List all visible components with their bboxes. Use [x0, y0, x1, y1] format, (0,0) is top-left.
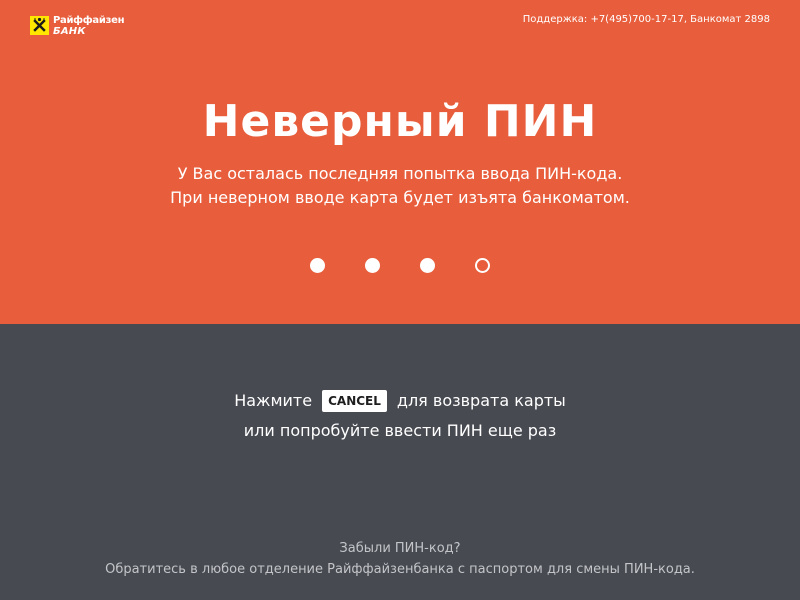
pin-dot-filled — [365, 258, 380, 273]
bank-logo-text: Райффайзен БАНК — [53, 16, 124, 37]
bank-logo-line1: Райффайзен — [53, 15, 125, 26]
pin-dot-empty — [475, 258, 490, 273]
error-message-line1: У Вас осталась последняя попытка ввода П… — [177, 164, 623, 183]
pin-dot-filled — [420, 258, 435, 273]
forgot-pin-title: Забыли ПИН-код? — [339, 541, 461, 556]
forgot-pin-instructions: Обратитесь в любое отделение Райффайзенб… — [105, 562, 695, 577]
pin-dot-filled — [310, 258, 325, 273]
error-message: У Вас осталась последняя попытка ввода П… — [0, 162, 800, 210]
cancel-key-label: CANCEL — [322, 390, 387, 412]
error-message-line2: При неверном вводе карта будет изъята ба… — [170, 188, 630, 207]
bank-logo: Райффайзен БАНК — [30, 16, 124, 37]
hint-press-text: Нажмите — [234, 391, 313, 410]
bank-logo-line2: БАНК — [53, 26, 86, 37]
hint-return-card-text: для возврата карты — [396, 391, 566, 410]
instructions-panel: Нажмите CANCEL для возврата карты или по… — [0, 324, 800, 600]
error-panel: Райффайзен БАНК Поддержка: +7(495)700-17… — [0, 0, 800, 324]
return-card-hint: Нажмите CANCEL для возврата карты или по… — [0, 386, 800, 446]
forgot-pin-note: Забыли ПИН-код? Обратитесь в любое отдел… — [0, 538, 800, 580]
raiffeisen-logo-icon — [30, 16, 49, 35]
hint-line2: или попробуйте ввести ПИН еще раз — [243, 421, 557, 440]
pin-indicator — [0, 258, 800, 274]
hint-line1: Нажмите CANCEL для возврата карты — [0, 386, 800, 416]
support-info: Поддержка: +7(495)700-17-17, Банкомат 28… — [522, 14, 770, 25]
atm-screen: Райффайзен БАНК Поддержка: +7(495)700-17… — [0, 0, 800, 600]
error-title: Неверный ПИН — [202, 96, 598, 147]
